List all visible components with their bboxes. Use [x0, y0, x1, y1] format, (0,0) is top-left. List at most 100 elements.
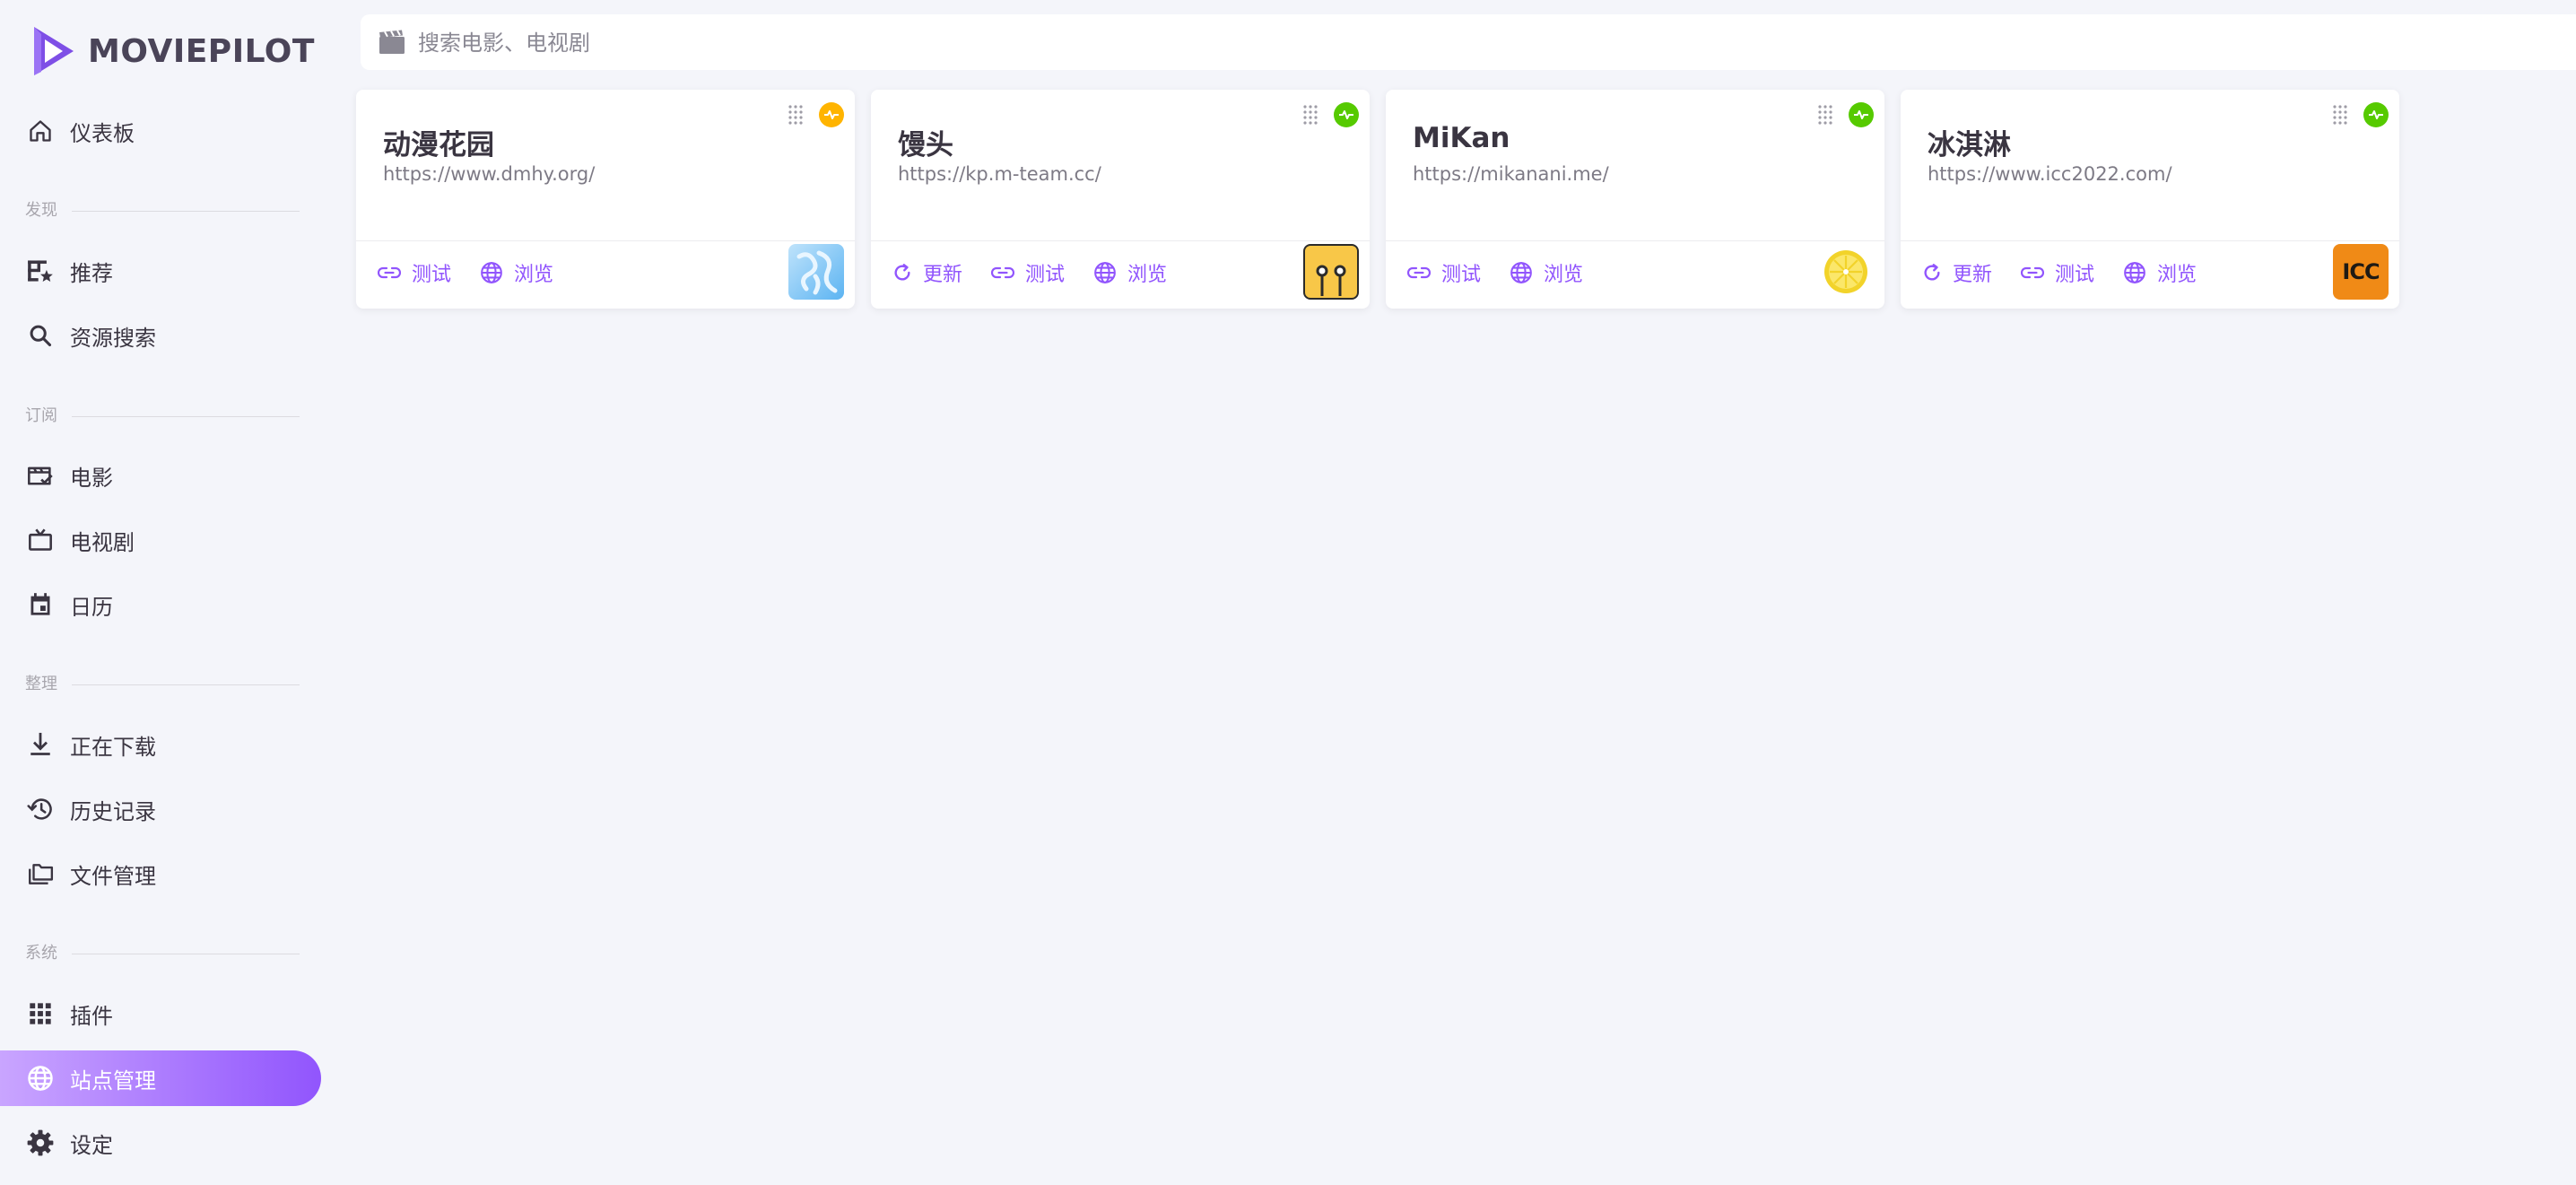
status-badge — [1334, 102, 1359, 127]
pulse-icon — [824, 110, 839, 119]
sidebar-item-downloading[interactable]: 正在下载 — [0, 717, 319, 772]
site-name: MiKan — [1413, 122, 1510, 154]
sidebar-item-label: 仪表板 — [70, 120, 135, 146]
action-label: 更新 — [1953, 264, 1993, 286]
site-card-mikan[interactable]: MiKan https://mikanani.me/ 测试 浏览 — [1386, 90, 1884, 309]
sidebar-section-discover: 发现 — [0, 200, 300, 222]
action-label: 测试 — [1025, 264, 1066, 286]
action-label: 浏览 — [2157, 264, 2197, 286]
gear-icon — [27, 1129, 54, 1156]
sidebar-section-subscribe: 订阅 — [0, 405, 300, 427]
browse-button[interactable]: 浏览 — [480, 255, 553, 291]
section-divider — [72, 211, 300, 212]
section-label: 整理 — [25, 675, 57, 693]
refresh-icon — [1924, 264, 1940, 281]
card-actions: 更新 测试 浏览 — [1922, 255, 2225, 291]
refresh-icon — [894, 264, 910, 281]
sidebar-section-system: 系统 — [0, 943, 300, 964]
sidebar-item-label: 站点管理 — [70, 1067, 156, 1094]
update-button[interactable]: 更新 — [1922, 255, 1992, 291]
site-card-icc[interactable]: 冰淇淋 https://www.icc2022.com/ 更新 测试 浏览 IC… — [1901, 90, 2399, 309]
globe-icon — [481, 262, 502, 283]
sidebar-item-settings[interactable]: 设定 — [0, 1115, 319, 1171]
drag-handle-icon[interactable] — [787, 104, 805, 126]
icc-logo: ICC — [2333, 244, 2389, 300]
test-button[interactable]: 测试 — [378, 255, 451, 291]
sidebar-item-calendar[interactable]: 日历 — [0, 577, 319, 632]
apps-icon — [27, 1000, 54, 1027]
folders-icon — [27, 860, 54, 887]
browse-button[interactable]: 浏览 — [1093, 255, 1167, 291]
link-icon — [1407, 266, 1431, 279]
section-label: 系统 — [25, 944, 57, 963]
sidebar-item-resource-search[interactable]: 资源搜索 — [0, 308, 319, 363]
test-button[interactable]: 测试 — [991, 255, 1065, 291]
search-bar[interactable] — [361, 14, 2576, 70]
sidebar-item-history[interactable]: 历史记录 — [0, 781, 319, 837]
action-label: 浏览 — [1127, 264, 1168, 286]
sidebar-item-plugins[interactable]: 插件 — [0, 986, 319, 1041]
link-icon — [378, 266, 401, 279]
drag-handle-icon[interactable] — [1301, 104, 1319, 126]
sidebar-item-label: 资源搜索 — [70, 325, 156, 351]
action-label: 测试 — [1441, 264, 1482, 286]
browse-button[interactable]: 浏览 — [1510, 255, 1583, 291]
sidebar-item-site-management[interactable]: 站点管理 — [0, 1050, 321, 1106]
action-label: 浏览 — [1544, 264, 1584, 286]
m-team-logo — [1303, 244, 1359, 300]
site-card-dmhy[interactable]: 动漫花园 https://www.dmhy.org/ 测试 浏览 — [356, 90, 855, 309]
sidebar-item-tv[interactable]: 电视剧 — [0, 512, 319, 568]
card-actions: 测试 浏览 — [378, 255, 582, 291]
action-label: 测试 — [2055, 264, 2095, 286]
sidebar-item-label: 设定 — [70, 1132, 113, 1158]
site-name: 馒头 — [898, 129, 953, 161]
icc-logo-text: ICC — [2342, 259, 2380, 284]
card-divider — [1901, 240, 2399, 241]
sidebar-item-dashboard[interactable]: 仪表板 — [0, 103, 319, 159]
section-label: 订阅 — [25, 406, 57, 425]
sidebar-item-label: 推荐 — [70, 260, 113, 286]
dmhy-logo — [788, 244, 844, 300]
sidebar-section-organize: 整理 — [0, 674, 300, 695]
browse-button[interactable]: 浏览 — [2123, 255, 2197, 291]
search-input[interactable] — [416, 25, 1496, 61]
sidebar-item-label: 日历 — [70, 594, 113, 620]
movie-check-icon — [27, 462, 54, 489]
tv-icon — [27, 527, 54, 553]
sidebar-item-movies[interactable]: 电影 — [0, 448, 319, 503]
app-name: MOVIEPILOT — [88, 32, 315, 70]
update-button[interactable]: 更新 — [892, 255, 962, 291]
action-label: 测试 — [412, 264, 452, 286]
mikan-logo — [1818, 244, 1874, 300]
section-divider — [72, 684, 300, 685]
site-url: https://kp.m-team.cc/ — [898, 163, 1101, 185]
test-button[interactable]: 测试 — [2021, 255, 2094, 291]
sidebar-item-label: 文件管理 — [70, 863, 156, 889]
test-button[interactable]: 测试 — [1407, 255, 1481, 291]
globe-icon — [27, 1065, 54, 1092]
section-label: 发现 — [25, 201, 57, 220]
sidebar-item-label: 历史记录 — [70, 798, 156, 824]
drag-handle-icon[interactable] — [2331, 104, 2349, 126]
clapperboard-icon — [379, 30, 405, 55]
search-icon — [27, 322, 54, 349]
globe-icon — [2124, 262, 2145, 283]
grid-star-icon — [27, 257, 54, 284]
card-divider — [356, 240, 855, 241]
sidebar-item-file-manager[interactable]: 文件管理 — [0, 846, 319, 902]
card-actions: 更新 测试 浏览 — [892, 255, 1196, 291]
globe-icon — [1094, 262, 1116, 283]
card-actions: 测试 浏览 — [1407, 255, 1612, 291]
sidebar-item-label: 电视剧 — [70, 529, 135, 555]
site-card-m-team[interactable]: 馒头 https://kp.m-team.cc/ 更新 测试 浏览 — [871, 90, 1370, 309]
card-divider — [871, 240, 1370, 241]
drag-handle-icon[interactable] — [1816, 104, 1834, 126]
site-url: https://mikanani.me/ — [1413, 163, 1609, 185]
home-icon — [27, 118, 54, 144]
site-url: https://www.dmhy.org/ — [383, 163, 596, 185]
site-name: 冰淇淋 — [1928, 129, 2011, 161]
sidebar-item-label: 电影 — [70, 465, 113, 491]
sidebar-item-recommend[interactable]: 推荐 — [0, 243, 319, 299]
app-logo[interactable]: MOVIEPILOT — [29, 20, 315, 83]
card-divider — [1386, 240, 1884, 241]
